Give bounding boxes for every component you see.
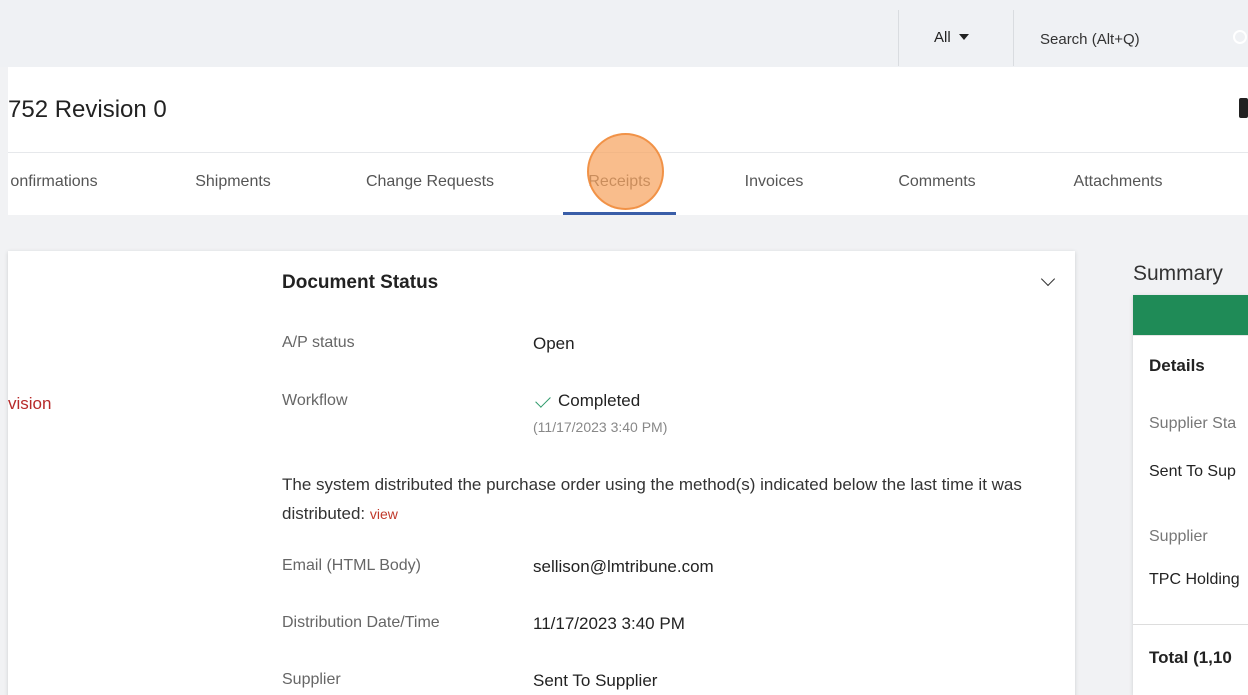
tab-bar: onfirmations Shipments Change Requests R… [8,152,1248,215]
search-scope-dropdown[interactable]: All [934,29,969,46]
summary-title: Summary [1133,262,1223,285]
tab-receipts[interactable]: Receipts [563,153,676,215]
revision-link[interactable]: vision [8,394,51,414]
distribution-datetime-label: Distribution Date/Time [282,614,440,631]
summary-status-band [1133,295,1248,335]
workflow-status-text: Completed [558,391,641,410]
workflow-timestamp: (11/17/2023 3:40 PM) [533,419,668,435]
topbar-divider [1013,10,1014,66]
search-input[interactable] [1040,26,1248,52]
supplier-value: Sent To Supplier [533,671,658,690]
tab-comments[interactable]: Comments [884,153,990,215]
tab-confirmations[interactable]: onfirmations [4,153,104,215]
document-status-title: Document Status [282,272,439,293]
summary-supplier-status-label: Supplier Sta [1149,415,1237,432]
tab-change-requests[interactable]: Change Requests [356,153,504,215]
caret-down-icon [958,33,969,40]
tab-shipments[interactable]: Shipments [184,153,282,215]
workflow-value: Completed [533,391,640,411]
ap-status-value: Open [533,334,575,353]
view-link[interactable]: view [370,506,398,522]
summary-supplier-value: TPC Holding [1149,571,1240,588]
search-scope-label: All [934,29,951,46]
topbar-divider [898,10,899,66]
distribution-datetime-value: 11/17/2023 3:40 PM [533,614,685,633]
search-icon[interactable] [1233,30,1247,44]
page-title: 752 Revision 0 [8,96,167,123]
top-bar: All [0,0,1248,67]
summary-supplier-status-value: Sent To Sup [1149,463,1236,480]
summary-divider [1133,624,1248,625]
summary-divider [1133,335,1248,336]
distribution-description: The system distributed the purchase orde… [282,470,1022,529]
email-value: sellison@lmtribune.com [533,557,714,576]
tab-attachments[interactable]: Attachments [1058,153,1178,215]
title-bar: 752 Revision 0 [8,67,1248,152]
summary-supplier-label: Supplier [1149,528,1208,545]
print-icon[interactable] [1239,98,1248,118]
workflow-label: Workflow [282,392,348,409]
supplier-label: Supplier [282,671,341,688]
tab-invoices[interactable]: Invoices [732,153,816,215]
ap-status-label: A/P status [282,334,355,351]
summary-panel: Details Supplier Sta Sent To Sup Supplie… [1133,295,1248,695]
check-icon [535,391,551,408]
summary-total: Total (1,10 [1149,648,1232,667]
email-label: Email (HTML Body) [282,557,421,574]
summary-details-heading: Details [1149,356,1205,375]
